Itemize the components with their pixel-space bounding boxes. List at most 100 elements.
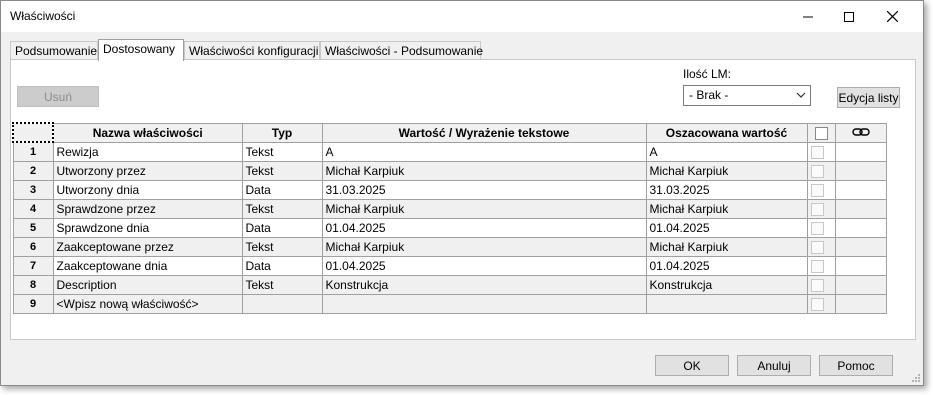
cell-type[interactable]: Tekst	[241, 274, 323, 295]
row-checkbox[interactable]	[810, 259, 824, 273]
cell-property-name[interactable]: Sprawdzone dnia	[52, 217, 243, 238]
cell-checkbox[interactable]	[806, 141, 836, 162]
cell-value[interactable]: Michał Karpiuk	[321, 236, 647, 257]
cell-type[interactable]: Tekst	[241, 236, 323, 257]
table-row[interactable]: 3 Utworzony dnia Data 31.03.2025 31.03.2025	[12, 179, 887, 200]
edit-list-button[interactable]: Edycja listy	[837, 87, 900, 108]
maximize-icon	[844, 11, 854, 22]
cell-link[interactable]	[834, 217, 887, 238]
header-type[interactable]: Typ	[241, 122, 323, 143]
row-number: 3	[12, 179, 54, 200]
row-checkbox[interactable]	[810, 164, 824, 178]
cell-value[interactable]: 31.03.2025	[321, 179, 647, 200]
tab-custom[interactable]: Dostosowany	[98, 39, 184, 61]
cell-type[interactable]	[241, 293, 323, 314]
cell-property-name[interactable]: Zaakceptowane przez	[52, 236, 243, 257]
maximize-button[interactable]	[826, 1, 872, 32]
table-row[interactable]: 4 Sprawdzone przez Tekst Michał Karpiuk Mich…	[12, 198, 887, 219]
cell-link[interactable]	[834, 179, 887, 200]
cell-type[interactable]: Tekst	[241, 198, 323, 219]
cell-evaluated-value[interactable]: A	[645, 141, 808, 162]
cell-evaluated-value[interactable]: Konstrukcja	[645, 274, 808, 295]
cell-value[interactable]: Konstrukcja	[321, 274, 647, 295]
row-checkbox[interactable]	[810, 240, 824, 254]
table-row[interactable]: 9 <Wpisz nową właściwość>	[12, 293, 887, 314]
cell-type[interactable]: Data	[241, 217, 323, 238]
cell-link[interactable]	[834, 198, 887, 219]
delete-button[interactable]: Usuń	[17, 86, 99, 107]
cell-checkbox[interactable]	[806, 236, 836, 257]
cell-type[interactable]: Tekst	[241, 141, 323, 162]
cell-link[interactable]	[834, 274, 887, 295]
row-checkbox[interactable]	[810, 278, 824, 292]
select-all-corner[interactable]	[12, 122, 54, 143]
close-button[interactable]	[869, 1, 915, 32]
table-row[interactable]: 8 Description Tekst Konstrukcja Konstrukcja	[12, 274, 887, 295]
cell-link[interactable]	[834, 255, 887, 276]
cell-evaluated-value[interactable]: 31.03.2025	[645, 179, 808, 200]
row-checkbox[interactable]	[810, 221, 824, 235]
cell-link[interactable]	[834, 160, 887, 181]
resize-grip-icon[interactable]	[911, 373, 921, 383]
cell-checkbox[interactable]	[806, 217, 836, 238]
row-number: 5	[12, 217, 54, 238]
cell-type[interactable]: Data	[241, 255, 323, 276]
cell-evaluated-value[interactable]	[645, 293, 808, 314]
help-button[interactable]: Pomoc	[819, 355, 893, 376]
minimize-button[interactable]	[785, 1, 831, 32]
row-number: 4	[12, 198, 54, 219]
table-row[interactable]: 5 Sprawdzone dnia Data 01.04.2025 01.04.2025	[12, 217, 887, 238]
header-checkbox-column[interactable]	[806, 122, 836, 143]
cell-type[interactable]: Data	[241, 179, 323, 200]
cell-value[interactable]	[321, 293, 647, 314]
cell-value[interactable]: 01.04.2025	[321, 217, 647, 238]
cell-evaluated-value[interactable]: 01.04.2025	[645, 255, 808, 276]
cell-property-name[interactable]: Description	[52, 274, 243, 295]
cell-property-name[interactable]: Sprawdzone przez	[52, 198, 243, 219]
cell-value[interactable]: Michał Karpiuk	[321, 198, 647, 219]
cell-checkbox[interactable]	[806, 160, 836, 181]
header-evaluated-value[interactable]: Oszacowana wartość	[645, 122, 808, 143]
header-link-column[interactable]	[834, 122, 887, 143]
cell-checkbox[interactable]	[806, 198, 836, 219]
row-checkbox[interactable]	[810, 202, 824, 216]
cell-property-name[interactable]: Zaakceptowane dnia	[52, 255, 243, 276]
lm-count-select[interactable]: - Brak -	[683, 85, 811, 106]
header-value[interactable]: Wartość / Wyrażenie tekstowe	[321, 122, 647, 143]
cell-property-name[interactable]: Utworzony przez	[52, 160, 243, 181]
cell-evaluated-value[interactable]: 01.04.2025	[645, 217, 808, 238]
cell-checkbox[interactable]	[806, 179, 836, 200]
row-checkbox[interactable]	[810, 145, 824, 159]
lm-count-value: - Brak -	[689, 88, 729, 102]
row-number: 2	[12, 160, 54, 181]
cell-value[interactable]: 01.04.2025	[321, 255, 647, 276]
cell-link[interactable]	[834, 141, 887, 162]
cell-link[interactable]	[834, 293, 887, 314]
cell-value[interactable]: Michał Karpiuk	[321, 160, 647, 181]
table-row[interactable]: 1 Rewizja Tekst A A	[12, 141, 887, 162]
header-property-name[interactable]: Nazwa właściwości	[52, 122, 243, 143]
table-row[interactable]: 2 Utworzony przez Tekst Michał Karpiuk Micha…	[12, 160, 887, 181]
cell-value[interactable]: A	[321, 141, 647, 162]
table-row[interactable]: 7 Zaakceptowane dnia Data 01.04.2025 01.04.2…	[12, 255, 887, 276]
ok-button[interactable]: OK	[655, 355, 729, 376]
cell-evaluated-value[interactable]: Michał Karpiuk	[645, 236, 808, 257]
cell-link[interactable]	[834, 236, 887, 257]
cell-evaluated-value[interactable]: Michał Karpiuk	[645, 160, 808, 181]
header-checkbox[interactable]	[814, 126, 828, 140]
cell-type[interactable]: Tekst	[241, 160, 323, 181]
tab-summary[interactable]: Podsumowanie	[10, 41, 98, 60]
row-checkbox[interactable]	[810, 297, 824, 311]
row-checkbox[interactable]	[810, 183, 824, 197]
cell-property-name[interactable]: Rewizja	[52, 141, 243, 162]
cell-property-name[interactable]: Utworzony dnia	[52, 179, 243, 200]
cell-checkbox[interactable]	[806, 274, 836, 295]
table-row[interactable]: 6 Zaakceptowane przez Tekst Michał Karpiuk M…	[12, 236, 887, 257]
cancel-button[interactable]: Anuluj	[737, 355, 811, 376]
tab-configuration-properties[interactable]: Właściwości konfiguracji	[184, 41, 320, 60]
cell-evaluated-value[interactable]: Michał Karpiuk	[645, 198, 808, 219]
cell-checkbox[interactable]	[806, 293, 836, 314]
tab-properties-summary[interactable]: Właściwości - Podsumowanie	[320, 41, 483, 60]
cell-property-name[interactable]: <Wpisz nową właściwość>	[52, 293, 243, 314]
cell-checkbox[interactable]	[806, 255, 836, 276]
